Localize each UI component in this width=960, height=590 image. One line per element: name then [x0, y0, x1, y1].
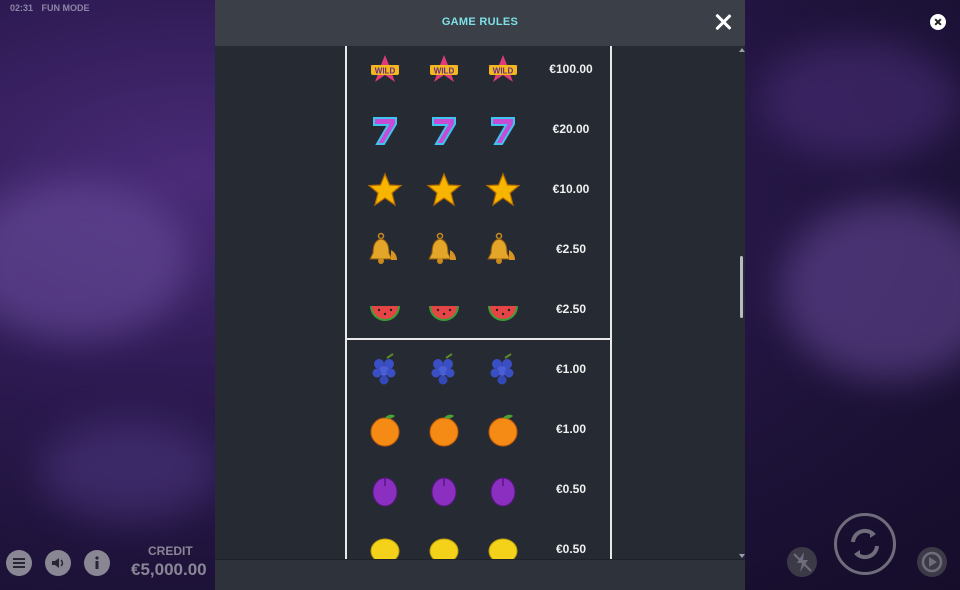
plum-icon — [367, 472, 403, 508]
modal-footer — [215, 559, 745, 590]
orange-icon — [426, 412, 462, 448]
close-info-button[interactable] — [930, 14, 946, 30]
orange-icon — [367, 412, 403, 448]
paytable-row: WILD WILD WILD €100.00 — [347, 46, 610, 100]
watermelon-icon — [485, 292, 521, 328]
seven-icon — [367, 112, 403, 148]
lemon-icon — [426, 532, 462, 560]
scroll-thumb[interactable] — [740, 256, 743, 318]
watermelon-icon — [426, 292, 462, 328]
prize-value: €2.50 — [555, 302, 587, 316]
autoplay-button[interactable] — [917, 547, 947, 577]
scroll-down-arrow[interactable] — [739, 554, 745, 558]
paytable-row: €0.50 — [347, 520, 610, 560]
paytable-row: €20.00 — [347, 100, 610, 160]
plum-icon — [426, 472, 462, 508]
svg-text:WILD: WILD — [375, 67, 396, 76]
grapes-icon — [367, 352, 403, 388]
scrollbar[interactable] — [739, 46, 745, 560]
paytable-row: €1.00 — [347, 400, 610, 460]
bell-icon — [426, 232, 462, 268]
plum-icon — [485, 472, 521, 508]
close-button[interactable] — [713, 12, 733, 32]
game-rules-modal: GAME RULES WILD WILD WILD €100.00 €20.00 €10.… — [215, 0, 745, 590]
credit-label: CREDIT — [148, 544, 193, 558]
paytable-row: €10.00 — [347, 160, 610, 220]
prize-value: €1.00 — [555, 422, 587, 436]
paytable-upper: WILD WILD WILD €100.00 €20.00 €10.00 €2.50 €2.5… — [345, 46, 612, 340]
paytable-row: €1.00 — [347, 340, 610, 400]
prize-value: €100.00 — [549, 62, 593, 76]
menu-icon — [13, 558, 25, 568]
bell-icon — [485, 232, 521, 268]
svg-text:WILD: WILD — [493, 67, 514, 76]
wild-icon: WILD — [367, 52, 403, 88]
info-button[interactable] — [84, 550, 110, 576]
lightning-off-icon — [793, 552, 812, 572]
menu-button[interactable] — [6, 550, 32, 576]
grapes-icon — [485, 352, 521, 388]
clock-text: 02:31 — [10, 3, 34, 13]
background-cloud — [760, 40, 960, 160]
prize-value: €0.50 — [555, 482, 587, 496]
status-bar: 02:31 FUN MODE — [10, 3, 96, 13]
lemon-icon — [367, 532, 403, 560]
speaker-icon — [52, 558, 64, 568]
prize-value: €10.00 — [552, 182, 590, 196]
watermelon-icon — [367, 292, 403, 328]
wild-icon: WILD — [485, 52, 521, 88]
orange-icon — [485, 412, 521, 448]
seven-icon — [485, 112, 521, 148]
star-icon — [367, 172, 403, 208]
prize-value: €1.00 — [555, 362, 587, 376]
credit-value: €5,000.00 — [131, 560, 207, 579]
background-cloud — [0, 180, 190, 340]
seven-icon — [426, 112, 462, 148]
paytable-lower: €1.00 €1.00 €0.50 €0.50 — [345, 338, 612, 560]
sound-button[interactable] — [45, 550, 71, 576]
prize-value: €2.50 — [555, 242, 587, 256]
svg-text:WILD: WILD — [434, 67, 455, 76]
star-icon — [485, 172, 521, 208]
spin-icon — [851, 528, 879, 560]
wild-icon: WILD — [426, 52, 462, 88]
info-icon — [95, 556, 99, 569]
autoplay-icon — [921, 551, 943, 573]
lemon-icon — [485, 532, 521, 560]
paytable-row: €2.50 — [347, 220, 610, 280]
mode-text: FUN MODE — [41, 3, 90, 13]
background-cloud — [780, 200, 960, 380]
grapes-icon — [426, 352, 462, 388]
turbo-button[interactable] — [787, 547, 817, 577]
modal-title: GAME RULES — [441, 16, 519, 28]
background-cloud — [40, 420, 220, 520]
star-icon — [426, 172, 462, 208]
rules-scroll-area[interactable]: WILD WILD WILD €100.00 €20.00 €10.00 €2.50 €2.5… — [215, 46, 745, 560]
prize-value: €0.50 — [555, 542, 587, 556]
paytable-row: €0.50 — [347, 460, 610, 520]
bell-icon — [367, 232, 403, 268]
paytable-row: €2.50 — [347, 280, 610, 340]
scroll-up-arrow[interactable] — [739, 48, 745, 52]
spin-button[interactable] — [834, 513, 896, 575]
prize-value: €20.00 — [552, 122, 590, 136]
modal-header: GAME RULES — [215, 0, 745, 46]
